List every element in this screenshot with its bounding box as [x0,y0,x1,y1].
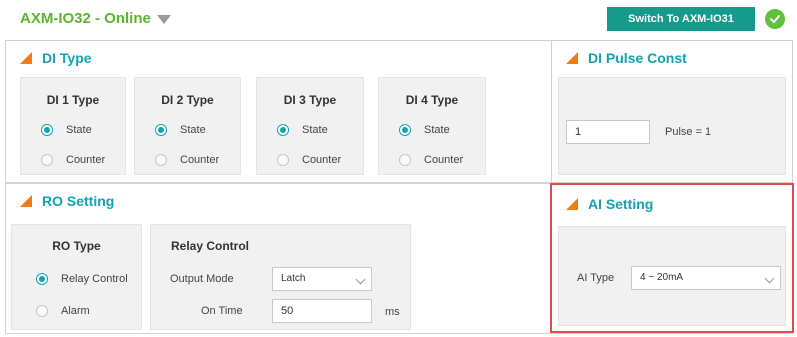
di-1-counter-radio[interactable]: Counter [41,154,105,166]
di-pulse-title: DI Pulse Const [566,50,687,66]
ro-setting-panel: RO Setting RO Type Relay Control Alarm R… [5,183,552,334]
radio-unselected-icon[interactable] [399,154,411,166]
relay-control-radio[interactable]: Relay Control [36,273,128,285]
relay-control-heading: Relay Control [171,239,250,253]
caret-down-icon[interactable] [156,14,171,24]
di-3-state-radio[interactable]: State [277,124,328,136]
online-check-icon [765,9,785,29]
di-type-title: DI Type [20,50,92,66]
on-time-input[interactable]: 50 [272,299,372,323]
ro-setting-title: RO Setting [20,193,114,209]
switch-device-button[interactable]: Switch To AXM-IO31 [607,7,755,31]
di-2-card: DI 2 Type State Counter [134,77,241,175]
di-2-state-radio[interactable]: State [155,124,206,136]
di-4-counter-radio[interactable]: Counter [399,154,463,166]
ro-type-card: RO Type Relay Control Alarm [11,224,142,330]
di-4-label: DI 4 Type [405,93,459,107]
di-3-counter-radio[interactable]: Counter [277,154,341,166]
di-2-label: DI 2 Type [161,93,214,107]
radio-selected-icon[interactable] [155,124,167,136]
relay-control-card: Relay Control Output Mode Latch On Time … [150,224,411,330]
radio-unselected-icon[interactable] [41,154,53,166]
top-bar: AXM-IO32 - Online Switch To AXM-IO31 [0,0,797,36]
di-4-state-radio[interactable]: State [399,124,450,136]
pulse-const-input[interactable]: 1 [566,120,650,144]
di-1-state-radio[interactable]: State [41,124,92,136]
radio-unselected-icon[interactable] [155,154,167,166]
di-2-counter-radio[interactable]: Counter [155,154,219,166]
di-type-panel: DI Type DI 1 Type State Counter DI 2 Typ… [5,40,552,183]
on-time-label: On Time [201,305,243,317]
radio-unselected-icon[interactable] [36,305,48,317]
chevron-down-icon [355,274,366,285]
device-title: AXM-IO32 - Online [20,10,151,27]
radio-selected-icon[interactable] [36,273,48,285]
di-4-card: DI 4 Type State Counter [378,77,486,175]
di-1-card: DI 1 Type State Counter [20,77,126,175]
on-time-unit: ms [385,306,400,318]
output-mode-label: Output Mode [170,273,234,285]
section-triangle-icon [566,52,578,64]
radio-selected-icon[interactable] [399,124,411,136]
di-1-label: DI 1 Type [46,93,100,107]
di-3-label: DI 3 Type [283,93,337,107]
di-pulse-card: 1 Pulse = 1 [558,77,786,175]
output-mode-select[interactable]: Latch [272,267,372,291]
radio-unselected-icon[interactable] [277,154,289,166]
pulse-caption: Pulse = 1 [665,126,712,138]
di-3-card: DI 3 Type State Counter [256,77,364,175]
section-triangle-icon [20,195,32,207]
focus-highlight [550,183,794,333]
radio-selected-icon[interactable] [41,124,53,136]
device-selector[interactable]: AXM-IO32 - Online [20,10,171,27]
ro-type-label: RO Type [52,239,101,253]
alarm-radio[interactable]: Alarm [36,305,90,317]
di-pulse-panel: DI Pulse Const 1 Pulse = 1 [551,40,793,183]
radio-selected-icon[interactable] [277,124,289,136]
section-triangle-icon [20,52,32,64]
